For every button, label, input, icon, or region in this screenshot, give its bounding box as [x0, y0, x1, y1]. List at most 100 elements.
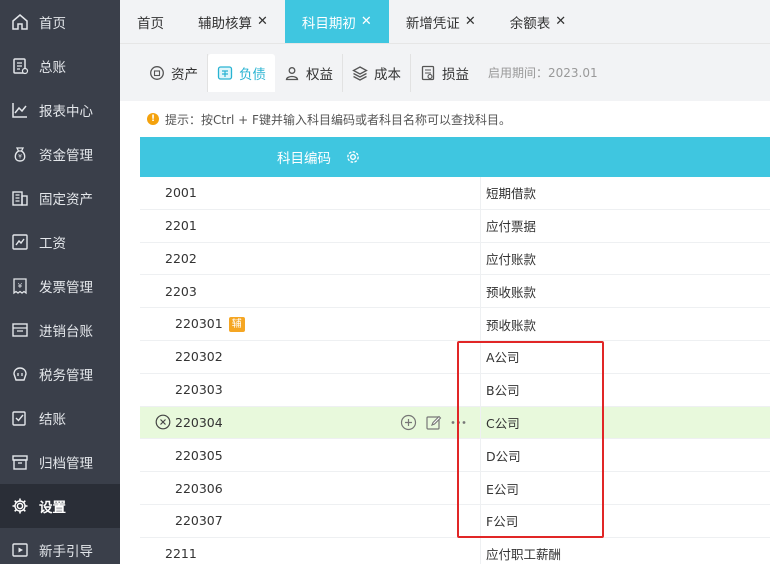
- sidebar-item-label: 设置: [39, 500, 66, 516]
- ledger-icon: [10, 56, 30, 76]
- svg-text:¥: ¥: [18, 282, 23, 290]
- subtab-label: 负债: [239, 66, 266, 83]
- sidebar-item-home[interactable]: 首页: [0, 0, 120, 44]
- liability-icon: [217, 65, 233, 80]
- tax-icon: [10, 364, 30, 384]
- table-row[interactable]: 2001 短期借款: [140, 177, 770, 210]
- sidebar-item-label: 结账: [39, 412, 66, 428]
- tab-opening-balances[interactable]: 科目期初 ✕: [284, 0, 389, 43]
- close-icon[interactable]: ✕: [465, 14, 476, 29]
- account-code: 2203: [165, 283, 197, 299]
- sidebar-item-salary[interactable]: 工资: [0, 220, 120, 264]
- table-row[interactable]: 220302 A公司: [140, 340, 770, 374]
- money-bag-icon: ¥: [10, 144, 30, 164]
- sidebar-item-label: 进销台账: [39, 324, 93, 340]
- account-name: 应付账款: [480, 242, 770, 275]
- table-row[interactable]: 2202 应付账款: [140, 242, 770, 276]
- home-icon: [10, 12, 30, 32]
- table-row[interactable]: 2201 应付票据: [140, 209, 770, 243]
- play-icon: [10, 540, 30, 560]
- sidebar-item-fixed-assets[interactable]: 固定资产: [0, 176, 120, 220]
- chart-icon: [10, 100, 30, 120]
- sidebar-item-settings[interactable]: 设置: [0, 484, 120, 528]
- sidebar-item-inventory[interactable]: 进销台账: [0, 308, 120, 352]
- table-row[interactable]: 220306 E公司: [140, 472, 770, 505]
- sidebar-item-ledger[interactable]: 总账: [0, 44, 120, 88]
- table-row[interactable]: 2211 应付职工薪酬: [140, 537, 770, 564]
- delete-icon[interactable]: [155, 414, 171, 430]
- account-code-text: 220301: [175, 316, 223, 332]
- sidebar-item-funds[interactable]: ¥ 资金管理: [0, 132, 120, 176]
- sidebar-item-tax[interactable]: 税务管理: [0, 352, 120, 396]
- more-icon[interactable]: [450, 414, 467, 431]
- close-icon[interactable]: ✕: [555, 14, 566, 29]
- archive-icon: [10, 452, 30, 472]
- account-name: B公司: [480, 373, 770, 406]
- account-name: 预收账款: [480, 275, 770, 308]
- tab-bar: 首页 辅助核算 ✕ 科目期初 ✕ 新增凭证 ✕ 余额表 ✕: [120, 0, 770, 44]
- building-icon: [10, 188, 30, 208]
- account-code: 220305: [175, 447, 223, 463]
- subtab-liabilities[interactable]: 负债: [208, 53, 275, 92]
- close-icon[interactable]: ✕: [361, 14, 372, 29]
- subtab-equity[interactable]: 权益: [275, 53, 343, 92]
- table-row[interactable]: 220305 D公司: [140, 439, 770, 473]
- gear-icon[interactable]: [345, 149, 361, 165]
- info-icon: !: [147, 113, 159, 125]
- asset-icon: [150, 65, 164, 80]
- table-row[interactable]: 220307 F公司: [140, 504, 770, 538]
- close-icon[interactable]: ✕: [257, 14, 268, 29]
- tab-label: 余额表: [509, 15, 551, 32]
- table-row-selected[interactable]: 220304 C公司: [140, 406, 770, 440]
- table-row[interactable]: 220303 B公司: [140, 373, 770, 407]
- account-name: E公司: [480, 472, 770, 504]
- subtab-profit-loss[interactable]: 损益: [411, 54, 478, 92]
- edit-icon[interactable]: [425, 414, 442, 431]
- tab-auxiliary-accounting[interactable]: 辅助核算 ✕: [181, 0, 285, 43]
- subtab-assets[interactable]: 资产: [140, 53, 208, 92]
- sidebar-item-label: 税务管理: [39, 368, 93, 384]
- account-name: D公司: [480, 439, 770, 472]
- sidebar-item-label: 工资: [39, 236, 66, 252]
- tab-label: 新增凭证: [405, 15, 460, 32]
- subtab-cost[interactable]: 成本: [343, 53, 411, 92]
- account-code: 220307: [175, 513, 223, 529]
- tip-text: 提示：按Ctrl + F键并输入科目编码或者科目名称可以查找科目。: [165, 112, 511, 127]
- tip-banner: ! 提示：按Ctrl + F键并输入科目编码或者科目名称可以查找科目。: [120, 101, 770, 137]
- column-header-code: 科目编码: [277, 151, 331, 167]
- account-name: A公司: [480, 340, 770, 373]
- account-code: 220306: [175, 480, 223, 496]
- subtab-label: 资产: [171, 66, 198, 83]
- sidebar-item-reports[interactable]: 报表中心: [0, 88, 120, 132]
- subtab-label: 损益: [442, 66, 469, 83]
- sidebar-item-guide[interactable]: 新手引导: [0, 528, 120, 564]
- account-code: 220304: [175, 414, 223, 430]
- table-row[interactable]: 2203 预收账款: [140, 275, 770, 309]
- sidebar-item-label: 固定资产: [39, 192, 93, 208]
- add-icon[interactable]: [400, 414, 417, 431]
- sidebar-item-label: 新手引导: [39, 544, 93, 560]
- accounts-table: 科目编码 2001 短期借款 2201 应付票据 2202 应付账款 2203 …: [140, 137, 770, 564]
- enable-period: 启用期间：2023.01: [488, 66, 598, 80]
- account-name: 应付票据: [480, 209, 770, 242]
- tab-balance-sheet[interactable]: 余额表 ✕: [493, 0, 583, 43]
- main-content: 首页 辅助核算 ✕ 科目期初 ✕ 新增凭证 ✕ 余额表 ✕ 资产 负债 权益 成…: [120, 0, 770, 564]
- table-row[interactable]: 220301 辅 预收账款: [140, 308, 770, 341]
- subtab-label: 成本: [374, 66, 401, 83]
- profit-loss-icon: [421, 65, 435, 80]
- sidebar-item-label: 发票管理: [39, 280, 93, 296]
- svg-text:¥: ¥: [18, 154, 22, 161]
- sidebar-item-invoices[interactable]: ¥ 发票管理: [0, 264, 120, 308]
- tab-new-voucher[interactable]: 新增凭证 ✕: [389, 0, 493, 43]
- sidebar-item-checkout[interactable]: 结账: [0, 396, 120, 440]
- sidebar-item-archive[interactable]: 归档管理: [0, 440, 120, 484]
- inventory-icon: [10, 320, 30, 340]
- tab-home[interactable]: 首页: [120, 0, 181, 43]
- sidebar: 首页 总账 报表中心 ¥ 资金管理 固定资产 工资 ¥ 发票管理 进销台账 税务…: [0, 0, 120, 564]
- account-name: 短期借款: [480, 177, 770, 209]
- account-code: 2001: [165, 185, 197, 201]
- table-header: 科目编码: [140, 137, 770, 177]
- sidebar-item-label: 首页: [39, 16, 66, 32]
- category-tabs: 资产 负债 权益 成本 损益 启用期间：2023.01: [120, 44, 770, 101]
- checkout-icon: [10, 408, 30, 428]
